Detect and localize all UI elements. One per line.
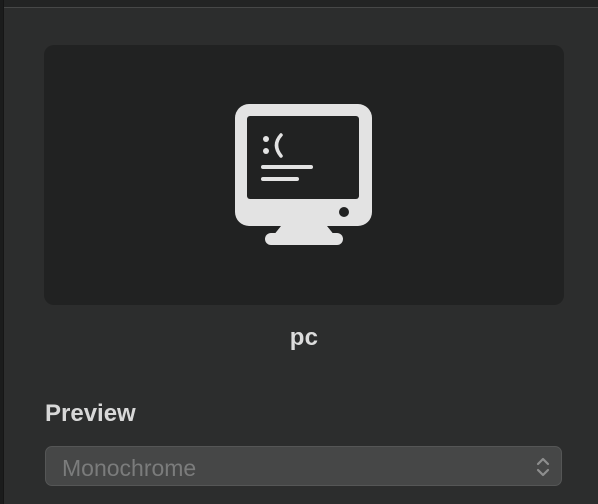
- preview-section-label: Preview: [45, 400, 136, 427]
- device-preview-panel: pc Preview Monochrome: [0, 0, 598, 504]
- monitor-sad-face-icon: [235, 104, 372, 245]
- top-border: [0, 0, 598, 8]
- preview-mode-value: Monochrome: [62, 455, 197, 481]
- chevron-up-down-icon: [536, 457, 550, 477]
- preview-mode-select[interactable]: Monochrome: [45, 446, 562, 486]
- device-name: pc: [289, 324, 319, 351]
- left-border: [0, 0, 4, 504]
